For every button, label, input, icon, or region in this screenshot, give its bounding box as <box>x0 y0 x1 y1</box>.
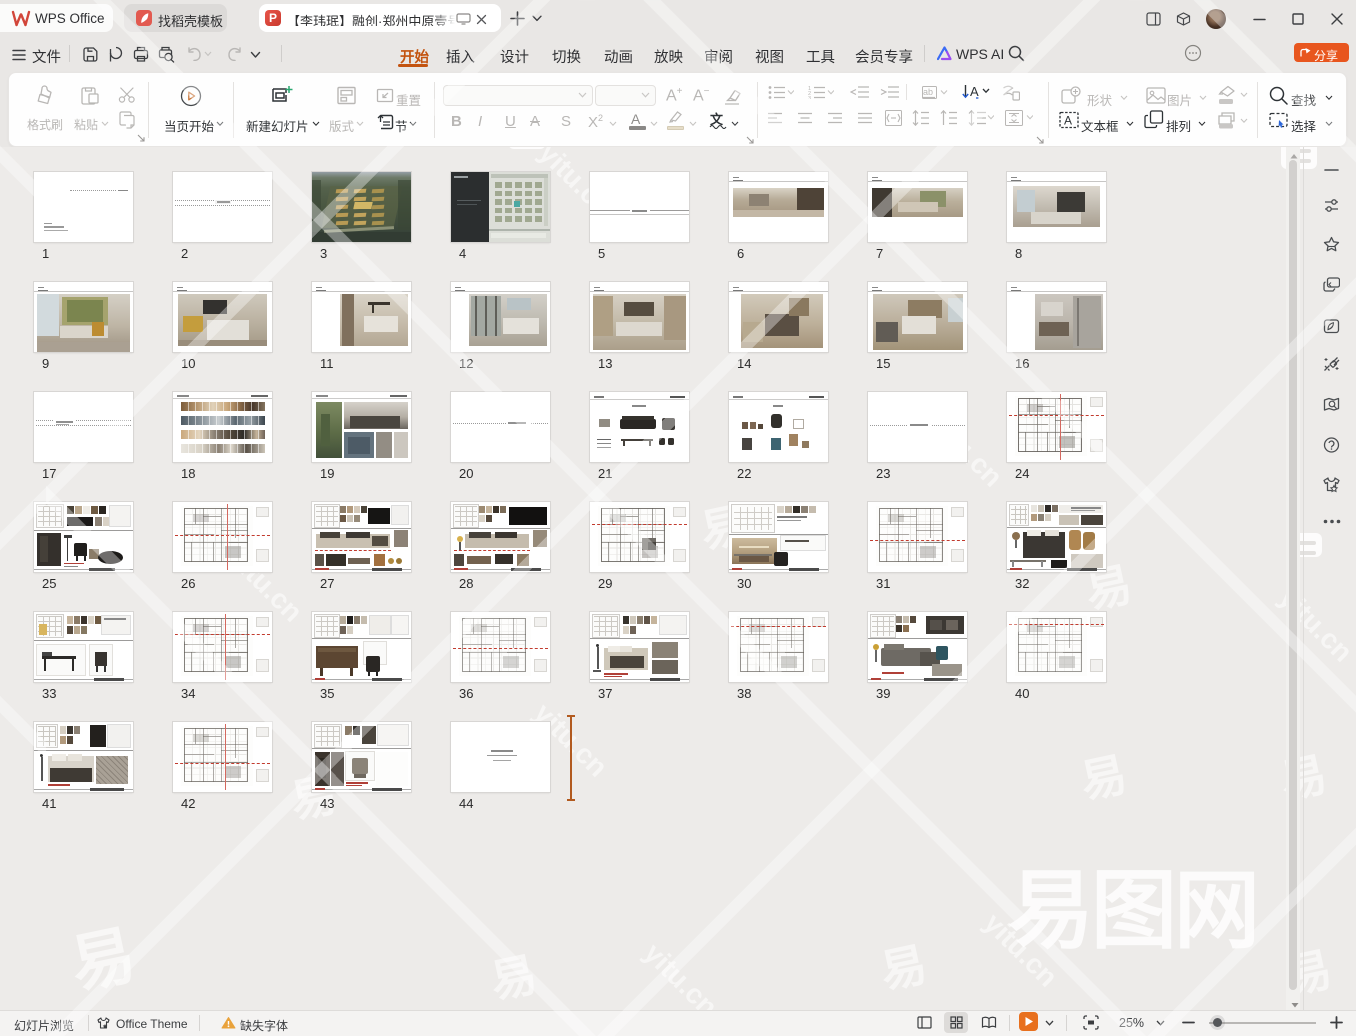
svg-text:A: A <box>1064 114 1072 128</box>
svg-text:A: A <box>970 84 979 99</box>
svg-text:ab: ab <box>923 87 933 97</box>
svg-text:3: 3 <box>808 96 811 99</box>
